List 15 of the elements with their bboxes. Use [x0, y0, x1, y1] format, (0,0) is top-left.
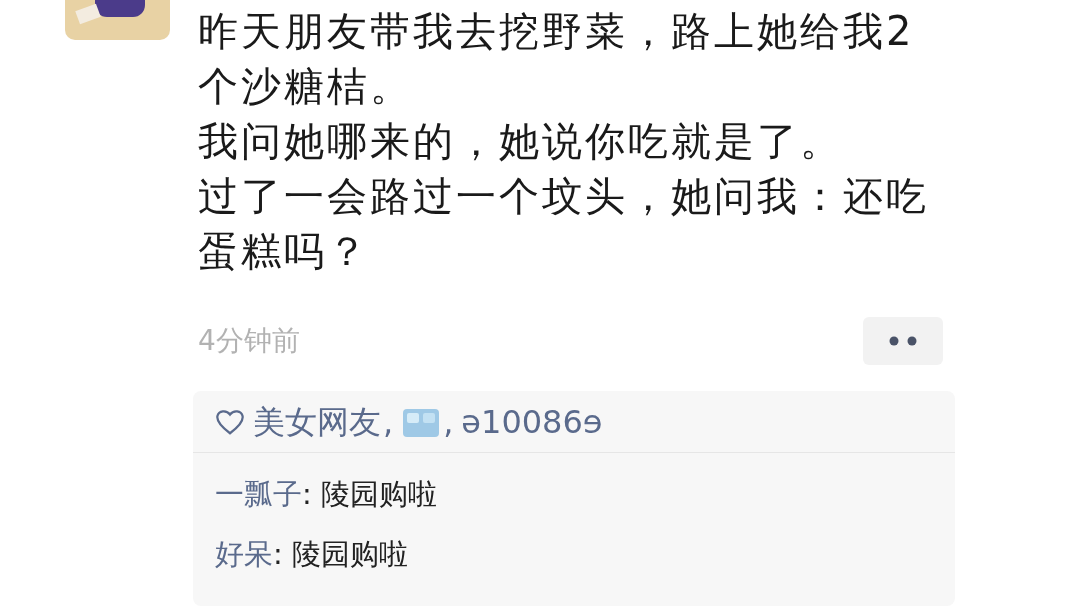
- post-time: 4分钟前: [198, 323, 300, 359]
- post-text: 过了一会路过一个坟头，她问我：还吃蛋糕吗？: [198, 172, 930, 276]
- post-text: 我问她哪来的，她说你吃就是了。: [198, 117, 844, 166]
- comment-text: : 陵园购啦: [273, 536, 408, 574]
- liker-name[interactable]: ə10086ɘ: [461, 397, 603, 446]
- comment-author[interactable]: 一瓢子: [215, 473, 302, 517]
- separator-comma: ,: [383, 401, 394, 443]
- more-button[interactable]: [863, 317, 943, 365]
- liker-name[interactable]: 美女网友: [253, 397, 381, 446]
- comment-text: : 陵园购啦: [302, 476, 437, 514]
- separator-comma: ,: [443, 401, 454, 443]
- heart-icon: [215, 407, 245, 436]
- dots-icon: [889, 336, 917, 346]
- comment-author[interactable]: 好呆: [215, 533, 273, 577]
- post-text: 昨天朋友带我去挖野菜，路上她给我2个沙糖桔。: [198, 7, 916, 111]
